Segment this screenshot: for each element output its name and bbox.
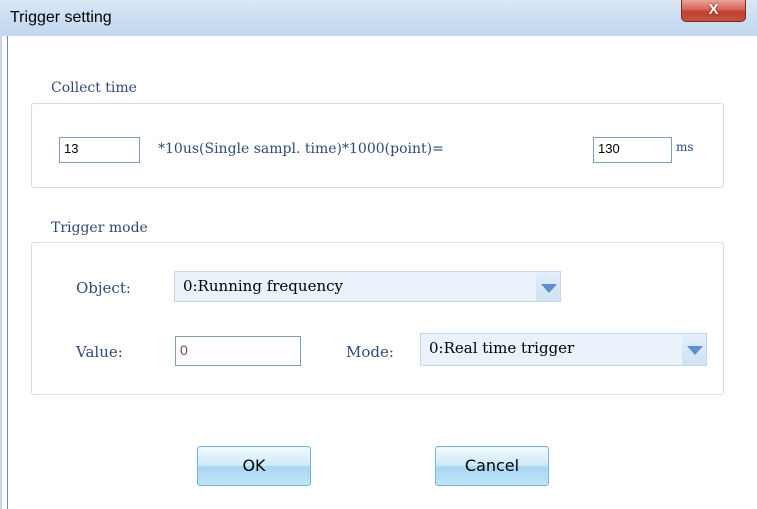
object-dropdown[interactable]: 0:Running frequency (174, 271, 561, 302)
window-frame-border (7, 36, 8, 509)
value-label: Value: (76, 343, 123, 361)
window-title: Trigger setting (10, 9, 112, 26)
trigger-mode-legend: Trigger mode (48, 220, 151, 236)
cancel-button[interactable]: Cancel (435, 446, 549, 486)
ok-button[interactable]: OK (197, 446, 311, 486)
collect-time-legend: Collect time (48, 80, 140, 96)
close-button[interactable]: X (681, 0, 746, 22)
title-bar: Trigger setting X (0, 0, 757, 36)
result-input[interactable]: 130 (593, 137, 672, 163)
close-icon: X (708, 1, 719, 18)
mode-label: Mode: (346, 343, 394, 361)
mode-dropdown[interactable]: 0:Real time trigger (420, 333, 707, 366)
trigger-mode-group (31, 242, 724, 395)
chevron-down-icon[interactable] (682, 334, 706, 365)
value-input[interactable]: 0 (175, 336, 301, 366)
unit-label: ms (676, 140, 694, 154)
window-frame-left (0, 36, 2, 509)
chevron-down-icon[interactable] (536, 272, 560, 301)
mode-selected-value: 0:Real time trigger (429, 339, 575, 357)
object-selected-value: 0:Running frequency (183, 277, 343, 295)
object-label: Object: (76, 279, 131, 297)
multiplier-input[interactable]: 13 (59, 137, 140, 163)
formula-text: *10us(Single sampl. time)*1000(point)= (158, 141, 444, 157)
